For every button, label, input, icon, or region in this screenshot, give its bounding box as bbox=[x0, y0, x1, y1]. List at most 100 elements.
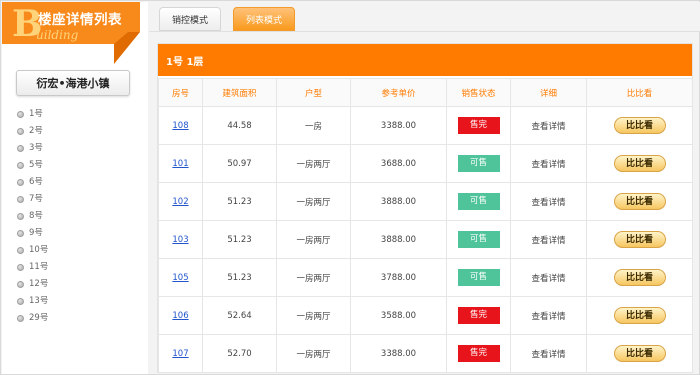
status-badge: 可售 bbox=[457, 155, 500, 172]
area-cell: 51.23 bbox=[202, 220, 277, 259]
unit-link[interactable]: 106 bbox=[172, 311, 188, 321]
col-header-layout: 户型 bbox=[276, 78, 351, 107]
unit-link[interactable]: 101 bbox=[172, 159, 188, 169]
view-detail-link[interactable]: 查看详情 bbox=[531, 236, 565, 246]
bullet-icon bbox=[17, 298, 24, 305]
price-cell: 3888.00 bbox=[350, 220, 447, 259]
table-row: 107 52.70 一房两厅 3388.00 售完 查看详情 比比看 bbox=[158, 334, 693, 373]
table-row: 105 51.23 一房两厅 3788.00 可售 查看详情 比比看 bbox=[158, 258, 693, 297]
status-cell: 可售 bbox=[446, 220, 511, 259]
building-item[interactable]: 13号 bbox=[17, 293, 48, 310]
compare-cell: 比比看 bbox=[586, 220, 693, 259]
view-detail-link[interactable]: 查看详情 bbox=[531, 160, 565, 170]
status-badge: 售完 bbox=[457, 117, 500, 134]
layout-cell: 一房 bbox=[276, 106, 351, 145]
building-item[interactable]: 8号 bbox=[17, 208, 48, 225]
price-cell: 3388.00 bbox=[350, 106, 447, 145]
unit-cell: 102 bbox=[158, 182, 203, 221]
bullet-icon bbox=[17, 111, 24, 118]
compare-button[interactable]: 比比看 bbox=[613, 193, 666, 210]
view-detail-link[interactable]: 查看详情 bbox=[531, 274, 565, 284]
unit-link[interactable]: 107 bbox=[172, 349, 188, 359]
unit-link[interactable]: 103 bbox=[172, 235, 188, 245]
area-cell: 51.23 bbox=[202, 258, 277, 297]
building-item[interactable]: 1号 bbox=[17, 106, 48, 123]
unit-link[interactable]: 102 bbox=[172, 197, 188, 207]
compare-button[interactable]: 比比看 bbox=[613, 345, 666, 362]
unit-table: 房号 建筑面积 户型 参考单价 销售状态 详细 比比看 108 44.58 一房 33… bbox=[158, 78, 693, 373]
bullet-icon bbox=[17, 179, 24, 186]
building-item[interactable]: 10号 bbox=[17, 242, 48, 259]
layout-cell: 一房两厅 bbox=[276, 182, 351, 221]
price-cell: 3388.00 bbox=[350, 334, 447, 373]
building-label: 3号 bbox=[29, 143, 43, 153]
building-list: 1号 2号 3号 5号 6号 7号 8号 9号 10号 11号 12号 13号 29号 bbox=[17, 106, 48, 327]
layout-cell: 一房两厅 bbox=[276, 220, 351, 259]
building-item[interactable]: 3号 bbox=[17, 140, 48, 157]
building-item[interactable]: 29号 bbox=[17, 310, 48, 327]
compare-button[interactable]: 比比看 bbox=[613, 269, 666, 286]
compare-cell: 比比看 bbox=[586, 258, 693, 297]
building-label: 10号 bbox=[29, 245, 49, 255]
compare-button[interactable]: 比比看 bbox=[613, 231, 666, 248]
project-name-button[interactable]: 衍宏•海港小镇 bbox=[16, 70, 130, 96]
bullet-icon bbox=[17, 264, 24, 271]
compare-button[interactable]: 比比看 bbox=[613, 117, 666, 134]
col-header-unit: 房号 bbox=[158, 78, 203, 107]
status-cell: 售完 bbox=[446, 334, 511, 373]
view-detail-link[interactable]: 查看详情 bbox=[531, 350, 565, 360]
unit-link[interactable]: 105 bbox=[172, 273, 188, 283]
floor-title: 1号 1层 bbox=[158, 44, 692, 76]
unit-cell: 106 bbox=[158, 296, 203, 335]
area-cell: 50.97 bbox=[202, 144, 277, 183]
bullet-icon bbox=[17, 230, 24, 237]
detail-cell: 查看详情 bbox=[510, 144, 587, 183]
compare-cell: 比比看 bbox=[586, 144, 693, 183]
view-detail-link[interactable]: 查看详情 bbox=[531, 122, 565, 132]
col-header-compare: 比比看 bbox=[586, 78, 693, 107]
compare-button[interactable]: 比比看 bbox=[613, 155, 666, 172]
col-header-detail: 详细 bbox=[510, 78, 587, 107]
building-item[interactable]: 9号 bbox=[17, 225, 48, 242]
col-header-price: 参考单价 bbox=[350, 78, 447, 107]
tab-control-mode[interactable]: 销控模式 bbox=[159, 7, 221, 31]
status-badge: 售完 bbox=[457, 345, 500, 362]
building-item[interactable]: 7号 bbox=[17, 191, 48, 208]
building-label: 1号 bbox=[29, 109, 43, 119]
status-badge: 可售 bbox=[457, 231, 500, 248]
building-item[interactable]: 6号 bbox=[17, 174, 48, 191]
view-detail-link[interactable]: 查看详情 bbox=[531, 312, 565, 322]
status-cell: 售完 bbox=[446, 296, 511, 335]
building-item[interactable]: 2号 bbox=[17, 123, 48, 140]
table-row: 103 51.23 一房两厅 3888.00 可售 查看详情 比比看 bbox=[158, 220, 693, 259]
page-frame: B 楼座详情列表 uilding 衍宏•海港小镇 1号 2号 3号 5号 6号 7号 8号 9… bbox=[0, 0, 700, 375]
building-item[interactable]: 11号 bbox=[17, 259, 48, 276]
logo: B 楼座详情列表 uilding bbox=[2, 2, 148, 64]
status-badge: 可售 bbox=[457, 269, 500, 286]
layout-cell: 一房两厅 bbox=[276, 296, 351, 335]
building-item[interactable]: 12号 bbox=[17, 276, 48, 293]
compare-cell: 比比看 bbox=[586, 296, 693, 335]
area-cell: 44.58 bbox=[202, 106, 277, 145]
unit-cell: 103 bbox=[158, 220, 203, 259]
layout-cell: 一房两厅 bbox=[276, 334, 351, 373]
compare-button[interactable]: 比比看 bbox=[613, 307, 666, 324]
col-header-status: 销售状态 bbox=[446, 78, 511, 107]
unit-list-panel: 1号 1层 房号 建筑面积 户型 参考单价 销售状态 详细 比比看 108 44.… bbox=[157, 43, 693, 373]
bullet-icon bbox=[17, 247, 24, 254]
bullet-icon bbox=[17, 281, 24, 288]
building-item[interactable]: 5号 bbox=[17, 157, 48, 174]
table-row: 106 52.64 一房两厅 3588.00 售完 查看详情 比比看 bbox=[158, 296, 693, 335]
logo-subtitle: uilding bbox=[36, 28, 79, 42]
view-detail-link[interactable]: 查看详情 bbox=[531, 198, 565, 208]
view-mode-tabs: 销控模式 列表模式 bbox=[149, 2, 700, 32]
status-cell: 可售 bbox=[446, 144, 511, 183]
status-badge: 售完 bbox=[457, 307, 500, 324]
status-cell: 售完 bbox=[446, 106, 511, 145]
price-cell: 3788.00 bbox=[350, 258, 447, 297]
sidebar: B 楼座详情列表 uilding 衍宏•海港小镇 1号 2号 3号 5号 6号 7号 8号 9… bbox=[2, 2, 148, 374]
bullet-icon bbox=[17, 162, 24, 169]
bullet-icon bbox=[17, 145, 24, 152]
unit-link[interactable]: 108 bbox=[172, 121, 188, 131]
tab-list-mode[interactable]: 列表模式 bbox=[233, 7, 295, 31]
